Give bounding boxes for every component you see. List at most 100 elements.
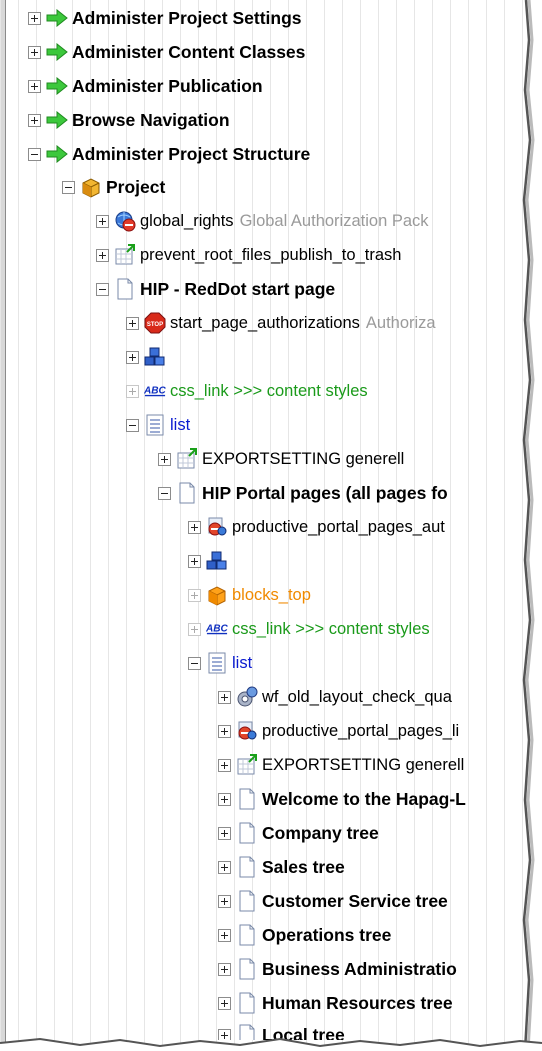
collapse-toggle-icon[interactable] [188,656,201,670]
tree-item-label: Customer Service tree [262,890,448,911]
expand-toggle-icon[interactable] [218,792,231,806]
expand-toggle-icon[interactable] [218,962,231,976]
tree-item-label: EXPORTSETTING generell [262,755,465,774]
tree-item-global-rights[interactable]: global_rights Global Authorization Pack [96,205,429,237]
tree-item-label: css_link >>> content styles [232,619,430,638]
tree-item-administer-project-structure[interactable]: Administer Project Structure [28,138,310,170]
tree-item-label: Administer Publication [72,75,263,96]
tree-item-label: Browse Navigation [72,109,230,130]
tree-item-label: wf_old_layout_check_qua [262,687,452,706]
tree-item-customer-service-tree[interactable]: Customer Service tree [218,885,448,917]
expand-toggle-icon[interactable] [188,622,201,636]
tree-item-browse-navigation[interactable]: Browse Navigation [28,104,230,136]
expand-toggle-icon[interactable] [218,826,231,840]
tree-item-hip-portal-pages[interactable]: HIP Portal pages (all pages fo [158,477,448,509]
expand-toggle-icon[interactable] [188,588,201,602]
tree-item-label: list [170,415,191,434]
page-icon [236,856,258,878]
tree-item-administer-content-classes[interactable]: Administer Content Classes [28,36,305,68]
tree-item-label: global_rights [140,211,234,230]
tree-item-list[interactable]: list [188,647,252,679]
collapse-toggle-icon[interactable] [28,147,41,161]
tree-item-human-resources-tree[interactable]: Human Resources tree [218,987,453,1019]
tree-item-label: Administer Project Settings [72,7,302,28]
tree-item-label: Operations tree [262,924,392,945]
expand-toggle-icon[interactable] [28,113,41,127]
tree-item-list[interactable]: list [126,409,190,441]
tree-item-start-page-authorizations[interactable]: STOP start_page_authorizations Authoriza [126,307,436,339]
tree-item-productive-portal-pages-auth[interactable]: productive_portal_pages_aut [188,511,445,543]
tree-item-welcome[interactable]: Welcome to the Hapag-L [218,783,466,815]
tree-item-label: list [232,653,253,672]
expand-toggle-icon[interactable] [28,79,41,93]
tree-item-administer-project-settings[interactable]: Administer Project Settings [28,2,302,34]
tree-item-label: Sales tree [262,856,345,877]
page-icon [236,992,258,1014]
expand-toggle-icon[interactable] [96,214,109,228]
tree-item-hip-reddot-start-page[interactable]: HIP - RedDot start page [96,273,335,305]
tree-item-prevent-root-files[interactable]: prevent_root_files_publish_to_trash [96,239,401,271]
green-arrow-icon [46,41,68,63]
expand-toggle-icon[interactable] [188,554,201,568]
tree-item-label: css_link >>> content styles [170,381,368,400]
expand-toggle-icon[interactable] [218,860,231,874]
tree-item-label: start_page_authorizations [170,313,360,332]
tree-item-label: productive_portal_pages_aut [232,517,445,536]
expand-toggle-icon[interactable] [218,758,231,772]
tree-item-company-tree[interactable]: Company tree [218,817,379,849]
tree-item-blocks-top[interactable]: blocks_top [188,579,311,611]
list-icon [144,414,166,436]
list-icon [206,652,228,674]
page-icon [236,788,258,810]
tree-item-label: prevent_root_files_publish_to_trash [140,245,402,264]
page-icon [236,1024,258,1040]
green-arrow-icon [46,75,68,97]
expand-toggle-icon[interactable] [96,248,109,262]
expand-toggle-icon[interactable] [218,1028,231,1040]
collapse-toggle-icon[interactable] [96,282,109,296]
tree-item-exportsetting[interactable]: EXPORTSETTING generell [158,443,404,475]
expand-toggle-icon[interactable] [28,11,41,25]
tree-item-operations-tree[interactable]: Operations tree [218,919,391,951]
tree-item-css-link[interactable]: ABC css_link >>> content styles [188,613,430,645]
expand-toggle-icon[interactable] [126,350,139,364]
tree-item-business-administration[interactable]: Business Administratio [218,953,457,985]
expand-toggle-icon[interactable] [218,996,231,1010]
expand-toggle-icon[interactable] [218,928,231,942]
tree-item-exportsetting[interactable]: EXPORTSETTING generell [218,749,464,781]
expand-toggle-icon[interactable] [126,384,139,398]
tree-item-productive-portal-pages-list[interactable]: productive_portal_pages_li [218,715,459,747]
tree-item-description: Authoriza [365,313,436,332]
collapse-toggle-icon[interactable] [158,486,171,500]
expand-toggle-icon[interactable] [158,452,171,466]
tree-item-sales-tree[interactable]: Sales tree [218,851,345,883]
tree-item-label: Human Resources tree [262,992,453,1013]
expand-toggle-icon[interactable] [218,894,231,908]
tree-item-project[interactable]: Project [62,171,165,203]
torn-edge-right [522,0,542,1051]
tree-item-label: Business Administratio [262,958,457,979]
search-stop-icon [236,720,258,742]
abc-text-icon: ABC [206,618,228,640]
globe-stop-icon [114,210,136,232]
page-icon [236,924,258,946]
blue-cubes-icon [144,346,166,368]
tree-item-css-link[interactable]: ABC css_link >>> content styles [126,375,368,407]
collapse-toggle-icon[interactable] [126,418,139,432]
green-arrow-icon [46,143,68,165]
collapse-toggle-icon[interactable] [62,180,75,194]
expand-toggle-icon[interactable] [188,520,201,534]
svg-text:STOP: STOP [147,322,163,328]
tree-item-blue-cubes[interactable] [188,545,232,577]
expand-toggle-icon[interactable] [218,724,231,738]
tree-item-local-tree[interactable]: Local tree [218,1019,345,1040]
tree-item-label: Local tree [262,1024,345,1041]
tree-item-administer-publication[interactable]: Administer Publication [28,70,263,102]
expand-toggle-icon[interactable] [218,690,231,704]
table-export-icon [236,754,258,776]
tree-item-blue-cubes[interactable] [126,341,170,373]
tree-item-label: Administer Content Classes [72,41,306,62]
expand-toggle-icon[interactable] [126,316,139,330]
tree-item-wf-old-layout-check[interactable]: wf_old_layout_check_qua [218,681,452,713]
expand-toggle-icon[interactable] [28,45,41,59]
